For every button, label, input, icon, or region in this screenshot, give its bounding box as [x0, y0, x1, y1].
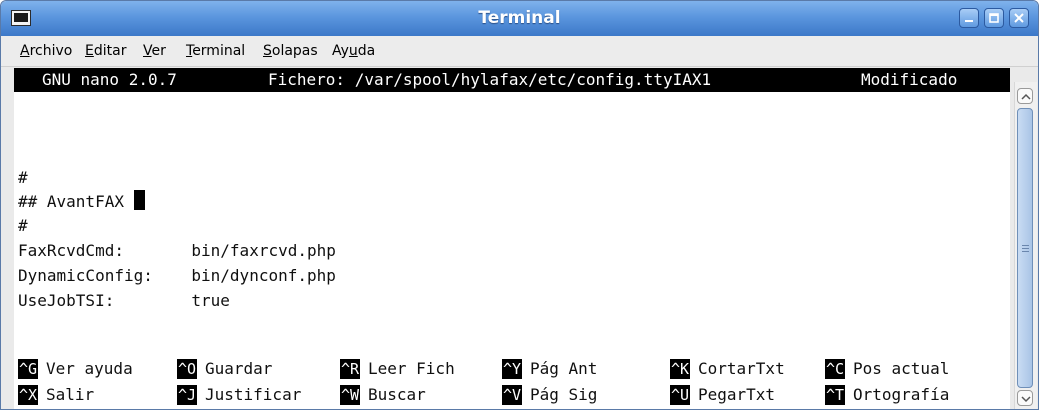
- nano-version: GNU nano 2.0.7: [42, 70, 177, 89]
- vertical-scrollbar[interactable]: [1014, 82, 1037, 409]
- shortcut-label: Ver ayuda: [46, 359, 133, 378]
- nano-modified-status: Modificado: [861, 70, 958, 89]
- scrollbar-thumb[interactable]: [1017, 108, 1033, 388]
- window-title: Terminal: [478, 8, 561, 28]
- shortcut-key: ^J: [177, 385, 198, 405]
- shortcut-key: ^W: [340, 385, 361, 405]
- shortcut-label: Guardar: [205, 359, 273, 378]
- shortcut-label: Pos actual: [853, 359, 950, 378]
- shortcut-key: ^X: [18, 385, 39, 405]
- shortcut-label: Justificar: [205, 385, 302, 404]
- shortcut-key: ^C: [825, 359, 846, 379]
- text-cursor: [133, 190, 145, 210]
- shortcut-label: Buscar: [368, 385, 426, 404]
- editor-line-text: ## AvantFAX: [18, 192, 134, 211]
- chevron-up-icon: [1021, 93, 1031, 100]
- shortcut-label: PegarTxt: [698, 385, 776, 404]
- shortcut-key: ^G: [18, 359, 39, 379]
- nano-title-bar: GNU nano 2.0.7 Fichero: /var/spool/hylaf…: [14, 68, 1010, 92]
- minimize-button[interactable]: [959, 8, 979, 28]
- shortcut-label: CortarTxt: [698, 359, 785, 378]
- close-icon: [1014, 13, 1024, 23]
- editor-line: DynamicConfig: bin/dynconf.php: [18, 266, 336, 285]
- shortcut-label: Pág Sig: [530, 385, 598, 404]
- shortcut-key: ^K: [670, 359, 691, 379]
- shortcut-key: ^V: [502, 385, 523, 405]
- chevron-down-icon: [1021, 396, 1031, 403]
- menu-bar: Archivo Editar Ver Terminal Solapas Ayud…: [1, 36, 1038, 67]
- menu-ayuda[interactable]: Ayuda: [332, 43, 375, 59]
- editor-line: #: [18, 216, 28, 235]
- editor-line-cursor: ## AvantFAX: [18, 190, 145, 214]
- terminal-window: Terminal Archivo Editar Ver Terminal Sol…: [0, 0, 1039, 410]
- shortcut-key: ^R: [340, 359, 361, 379]
- editor-line: #: [18, 168, 28, 187]
- shortcut-label: Leer Fich: [368, 359, 455, 378]
- minimize-icon: [965, 20, 973, 22]
- scroll-down-button[interactable]: [1017, 390, 1033, 406]
- scroll-up-button[interactable]: [1017, 88, 1033, 104]
- shortcut-label: Salir: [46, 385, 95, 404]
- menu-archivo[interactable]: Archivo: [20, 43, 72, 59]
- editor-line: UseJobTSI: true: [18, 291, 230, 310]
- shortcut-key: ^Y: [502, 359, 523, 379]
- menu-editar[interactable]: Editar: [85, 43, 126, 59]
- menu-terminal[interactable]: Terminal: [186, 43, 245, 59]
- shortcut-label: Pág Ant: [530, 359, 598, 378]
- grip-line: [1022, 245, 1029, 246]
- menu-solapas[interactable]: Solapas: [263, 43, 318, 59]
- nano-file-name: Fichero: /var/spool/hylafax/etc/config.t…: [268, 70, 712, 89]
- grip-line: [1022, 251, 1029, 252]
- grip-line: [1022, 248, 1029, 249]
- maximize-icon: [989, 13, 999, 23]
- shortcut-key: ^T: [825, 385, 846, 405]
- menu-ver[interactable]: Ver: [143, 43, 166, 59]
- terminal-area[interactable]: GNU nano 2.0.7 Fichero: /var/spool/hylaf…: [14, 68, 1010, 409]
- maximize-button[interactable]: [984, 8, 1004, 28]
- editor-line: FaxRcvdCmd: bin/faxrcvd.php: [18, 241, 336, 260]
- close-button[interactable]: [1009, 8, 1029, 28]
- shortcut-label: Ortografía: [853, 385, 950, 404]
- shortcut-key: ^U: [670, 385, 691, 405]
- shortcut-key: ^O: [177, 359, 198, 379]
- title-bar[interactable]: Terminal: [1, 1, 1038, 36]
